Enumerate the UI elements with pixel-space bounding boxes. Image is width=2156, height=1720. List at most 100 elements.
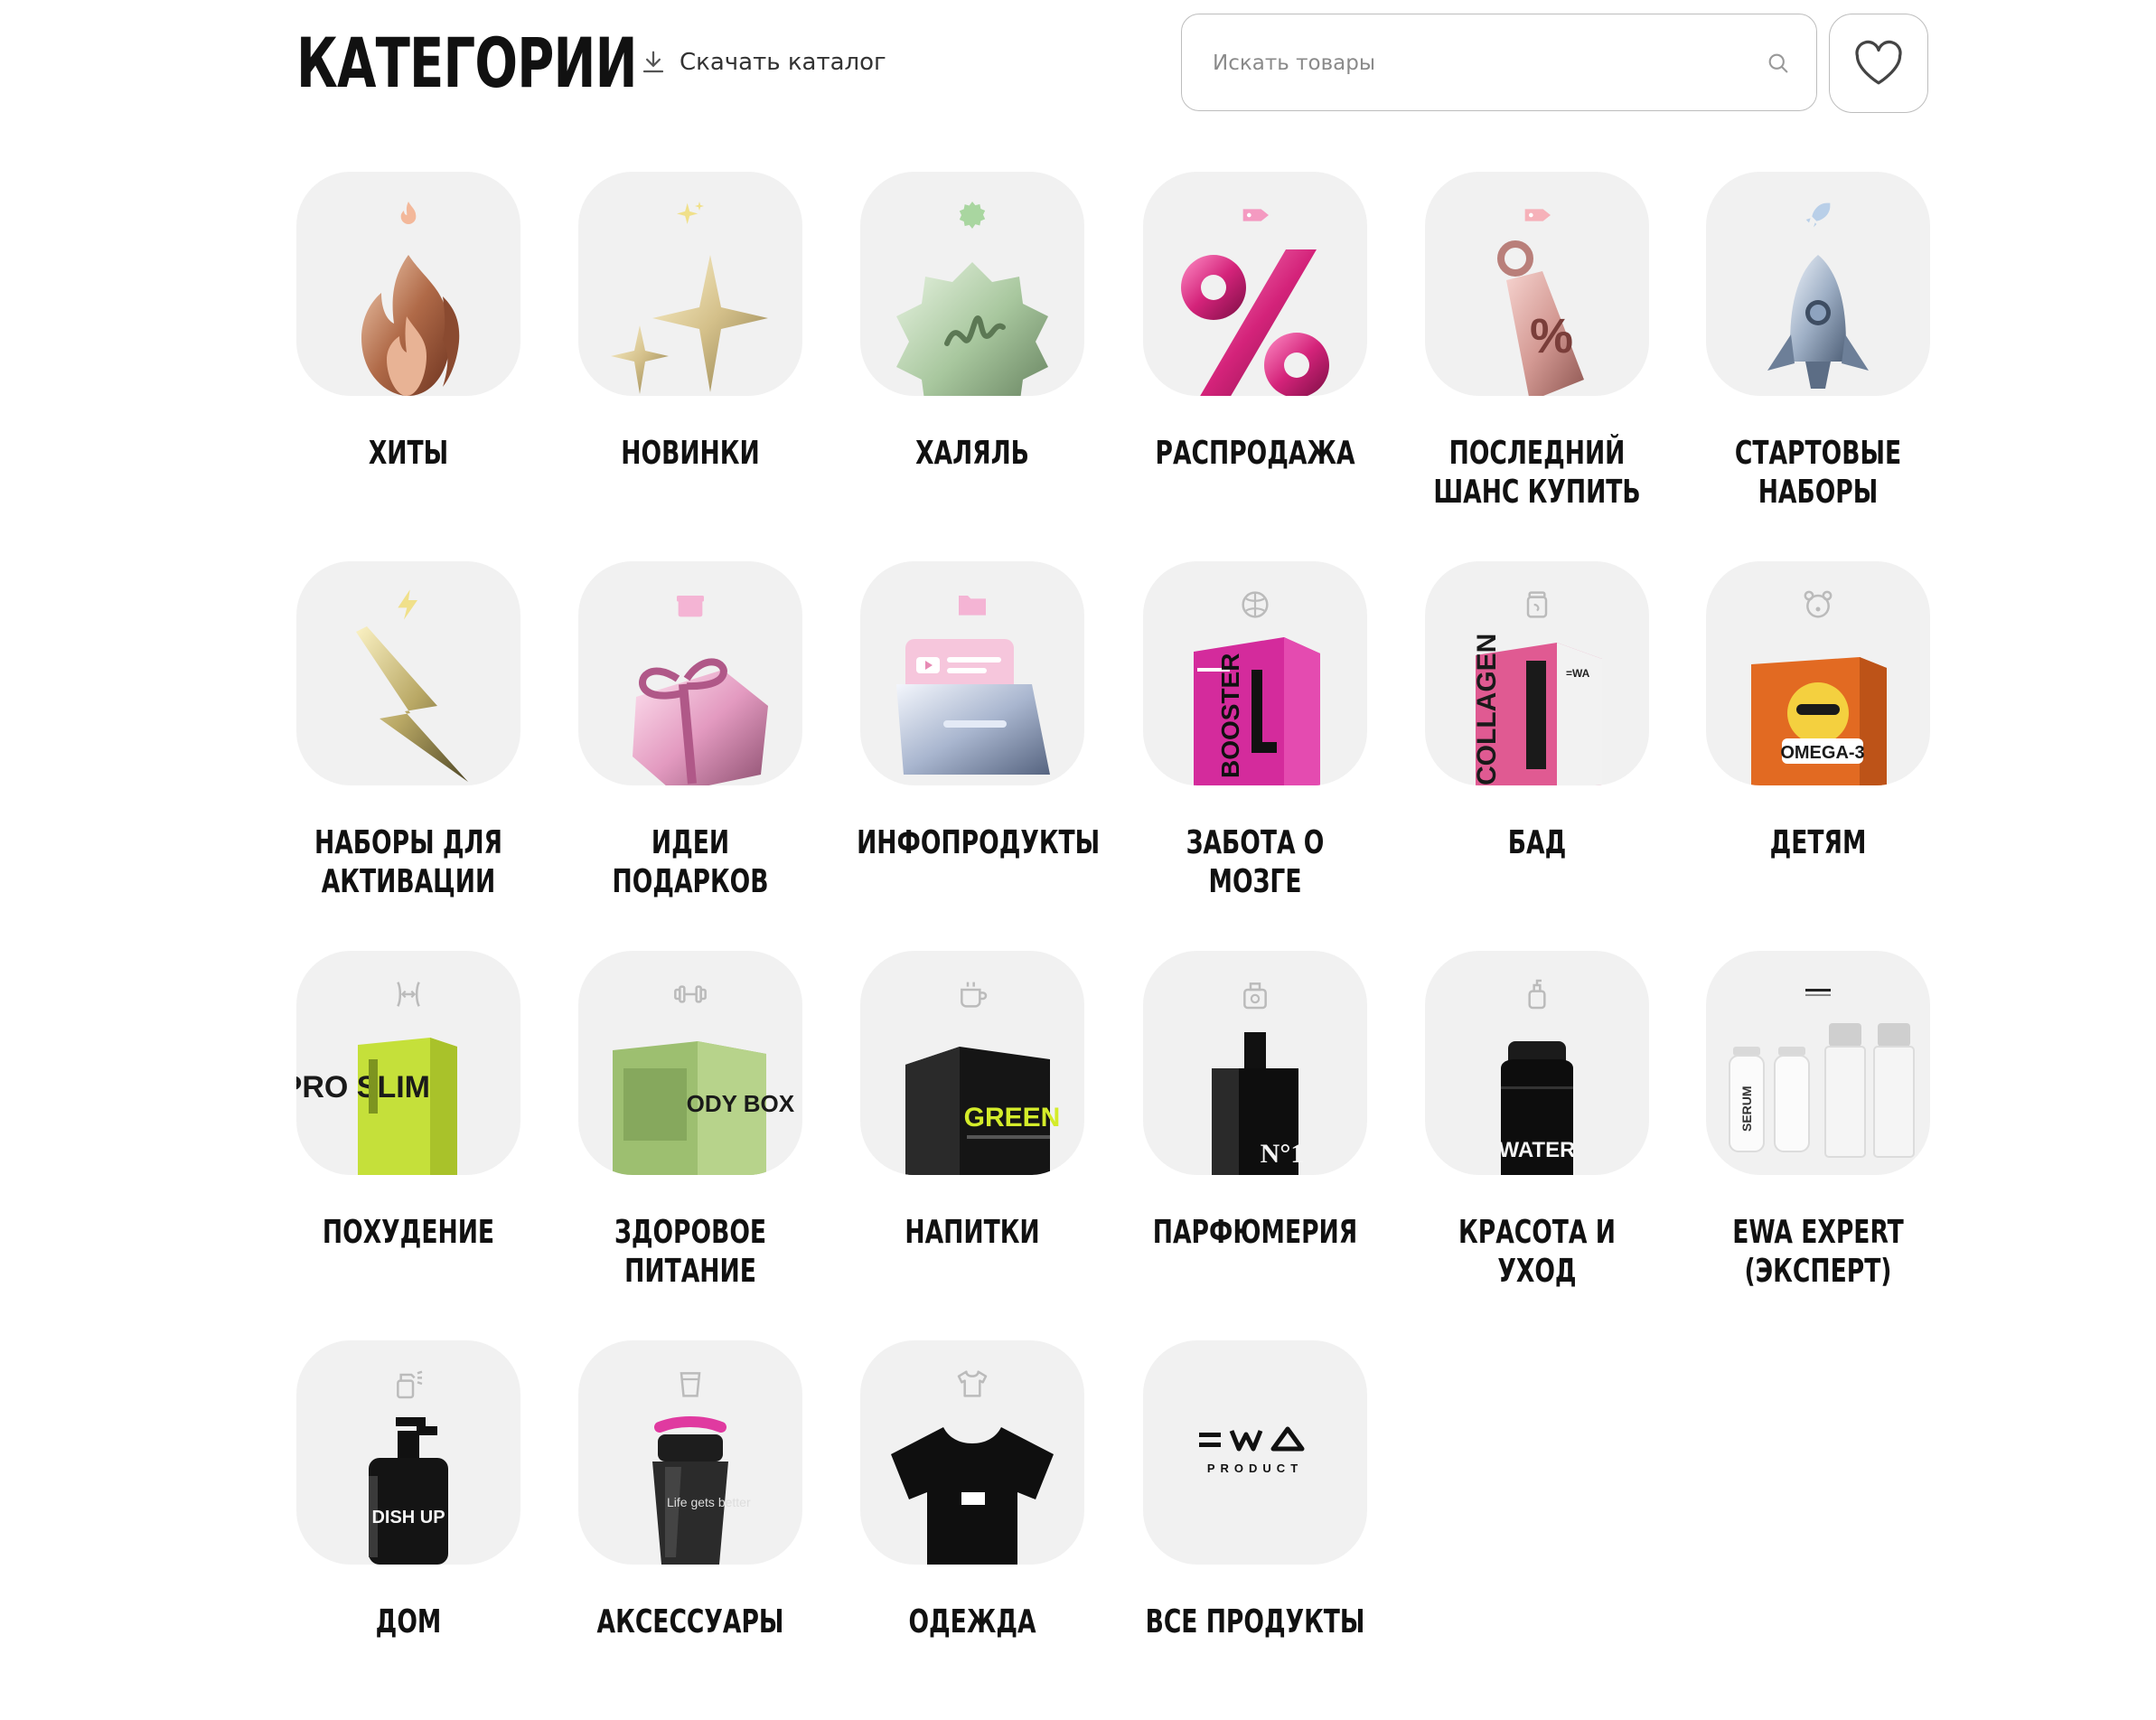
dish-soap-bottle-text: DISH UP [371, 1508, 445, 1527]
search-box [1181, 14, 1817, 111]
category-label: ПАРФЮМЕРИЯ [1152, 1214, 1358, 1251]
category-tile [860, 1340, 1084, 1565]
lightning-image [356, 626, 468, 782]
booster-box-text: BOOSTER [1216, 653, 1244, 778]
category-last-chance[interactable]: % ПОСЛЕДНИЙ ШАНС КУПИТЬ [1425, 172, 1707, 551]
omega-box-text: OMEGA-3 [1780, 743, 1864, 763]
category-tile [296, 561, 520, 785]
green-box-image: GREEN [905, 1047, 1061, 1175]
page-header: КАТЕГОРИИ Скачать каталог [0, 0, 2156, 154]
category-hits[interactable]: ХИТЫ [296, 172, 578, 551]
tonic-bottle-image: WATER [1499, 1041, 1576, 1175]
category-label: ДЕТЯМ [1769, 824, 1867, 861]
category-info-products[interactable]: ИНФОПРОДУКТЫ [857, 561, 1142, 941]
tonic-bottle-text: WATER [1499, 1138, 1576, 1162]
svg-text:=WA: =WA [1566, 667, 1590, 680]
page-title: КАТЕГОРИИ [296, 23, 638, 103]
favorites-button[interactable] [1829, 14, 1928, 113]
category-label: НАПИТКИ [905, 1214, 1040, 1251]
category-tile: OMEGA-3 [1706, 561, 1930, 785]
category-sale[interactable]: РАСПРОДАЖА [1143, 172, 1425, 551]
category-label: ЗАБОТА О МОЗГЕ [1186, 824, 1325, 900]
category-tile: WATER [1425, 951, 1649, 1175]
category-beauty[interactable]: WATER КРАСОТА И УХОД [1425, 951, 1707, 1330]
category-kids[interactable]: OMEGA-3 ДЕТЯМ [1706, 561, 1988, 941]
category-label: РАСПРОДАЖА [1155, 435, 1355, 472]
category-label: НОВИНКИ [621, 435, 760, 472]
category-clothing[interactable]: ОДЕЖДА [860, 1340, 1142, 1720]
category-label: ПОХУДЕНИЕ [322, 1214, 495, 1251]
category-label: БАД [1507, 824, 1567, 861]
category-label: ОДЕЖДА [908, 1603, 1036, 1640]
folder-image [896, 639, 1050, 775]
download-catalog-label: Скачать каталог [680, 49, 886, 76]
category-home[interactable]: DISH UP ДОМ [296, 1340, 578, 1720]
gift-image [633, 658, 768, 785]
category-tile: BODY BOX [578, 951, 802, 1175]
download-catalog-link[interactable]: Скачать каталог [640, 43, 886, 81]
category-label: СТАРТОВЫЕ НАБОРЫ [1734, 435, 1902, 511]
category-new[interactable]: НОВИНКИ [578, 172, 860, 551]
perfume-bottle-image: N°1 [1212, 1032, 1305, 1175]
search-input[interactable] [1211, 14, 1757, 111]
ewa-product-logo-word: PRODUCT [1207, 1462, 1303, 1475]
category-label: ИДЕИ ПОДАРКОВ [612, 824, 769, 900]
category-tile [578, 561, 802, 785]
category-tile [860, 561, 1084, 785]
category-tile: COLLAGEN =WA [1425, 561, 1649, 785]
category-label: АКСЕССУАРЫ [596, 1603, 784, 1640]
category-perfume[interactable]: N°1 ПАРФЮМЕРИЯ [1143, 951, 1425, 1330]
omega-box-image: OMEGA-3 [1751, 657, 1887, 785]
ewa-expert-bottles-image: SERUM [1729, 1023, 1915, 1158]
category-label: ВСЕ ПРОДУКТЫ [1145, 1603, 1365, 1640]
flame-image [361, 255, 460, 396]
category-label: ДОМ [375, 1603, 442, 1640]
pro-slim-box-text: PRO SLIM [296, 1070, 430, 1104]
category-drinks[interactable]: GREEN НАПИТКИ [860, 951, 1142, 1330]
category-tile [296, 172, 520, 396]
body-box-text: BODY BOX [670, 1090, 795, 1117]
search-icon[interactable] [1766, 51, 1791, 76]
category-tile: % [1425, 172, 1649, 396]
booster-box-image: BOOSTER [1194, 637, 1320, 785]
category-all-products[interactable]: PRODUCT ВСЕ ПРОДУКТЫ [1143, 1340, 1425, 1720]
tag-image: % [1497, 240, 1584, 396]
ewa-product-logo: PRODUCT [1199, 1426, 1305, 1475]
category-tile: PRODUCT [1143, 1340, 1367, 1565]
category-healthy-food[interactable]: BODY BOX ЗДОРОВОЕ ПИТАНИЕ [578, 951, 860, 1330]
category-tile: N°1 [1143, 951, 1367, 1175]
category-starter-kits[interactable]: СТАРТОВЫЕ НАБОРЫ [1706, 172, 1988, 551]
shaker-bottle-text: Life gets better [667, 1495, 751, 1509]
category-supplements[interactable]: COLLAGEN =WA БАД [1425, 561, 1707, 941]
category-label: КРАСОТА И УХОД [1458, 1214, 1616, 1290]
category-tile: BOOSTER [1143, 561, 1367, 785]
category-tile: DISH UP [296, 1340, 520, 1565]
heart-icon [1855, 40, 1902, 85]
shaker-bottle-image: Life gets better [652, 1416, 751, 1565]
green-box-text: GREEN [964, 1103, 1061, 1133]
category-label: ИНФОПРОДУКТЫ [857, 824, 1101, 861]
perfume-bottle-text: N°1 [1261, 1139, 1305, 1169]
pro-slim-box-image: PRO SLIM [296, 1038, 457, 1175]
category-label: ЗДОРОВОЕ ПИТАНИЕ [614, 1214, 767, 1290]
category-label: EWA EXPERT (ЭКСПЕРТ) [1732, 1214, 1904, 1290]
category-label: ХИТЫ [368, 435, 449, 472]
category-accessories[interactable]: Life gets better АКСЕССУАРЫ [578, 1340, 860, 1720]
category-tile [860, 172, 1084, 396]
sparkle-image [611, 255, 768, 394]
category-label: ПОСЛЕДНИЙ ШАНС КУПИТЬ [1433, 435, 1641, 511]
category-tile: Life gets better [578, 1340, 802, 1565]
ewa-expert-bottle-text: SERUM [1739, 1086, 1754, 1132]
category-label: ХАЛЯЛЬ [915, 435, 1029, 472]
collagen-box-text: COLLAGEN [1472, 634, 1502, 785]
category-tile [578, 172, 802, 396]
category-halal[interactable]: ХАЛЯЛЬ [860, 172, 1142, 551]
percent-image [1181, 249, 1329, 396]
category-ewa-expert[interactable]: SERUM EWA EXPERT (ЭКСПЕРТ) [1706, 951, 1988, 1330]
category-brain-care[interactable]: BOOSTER ЗАБОТА О МОЗГЕ [1143, 561, 1425, 941]
category-gift-ideas[interactable]: ИДЕИ ПОДАРКОВ [578, 561, 860, 941]
dish-soap-bottle-image: DISH UP [369, 1417, 448, 1565]
category-activation-kits[interactable]: НАБОРЫ ДЛЯ АКТИВАЦИИ [296, 561, 578, 941]
category-weight-loss[interactable]: PRO SLIM ПОХУДЕНИЕ [296, 951, 578, 1330]
category-label: НАБОРЫ ДЛЯ АКТИВАЦИИ [314, 824, 502, 900]
